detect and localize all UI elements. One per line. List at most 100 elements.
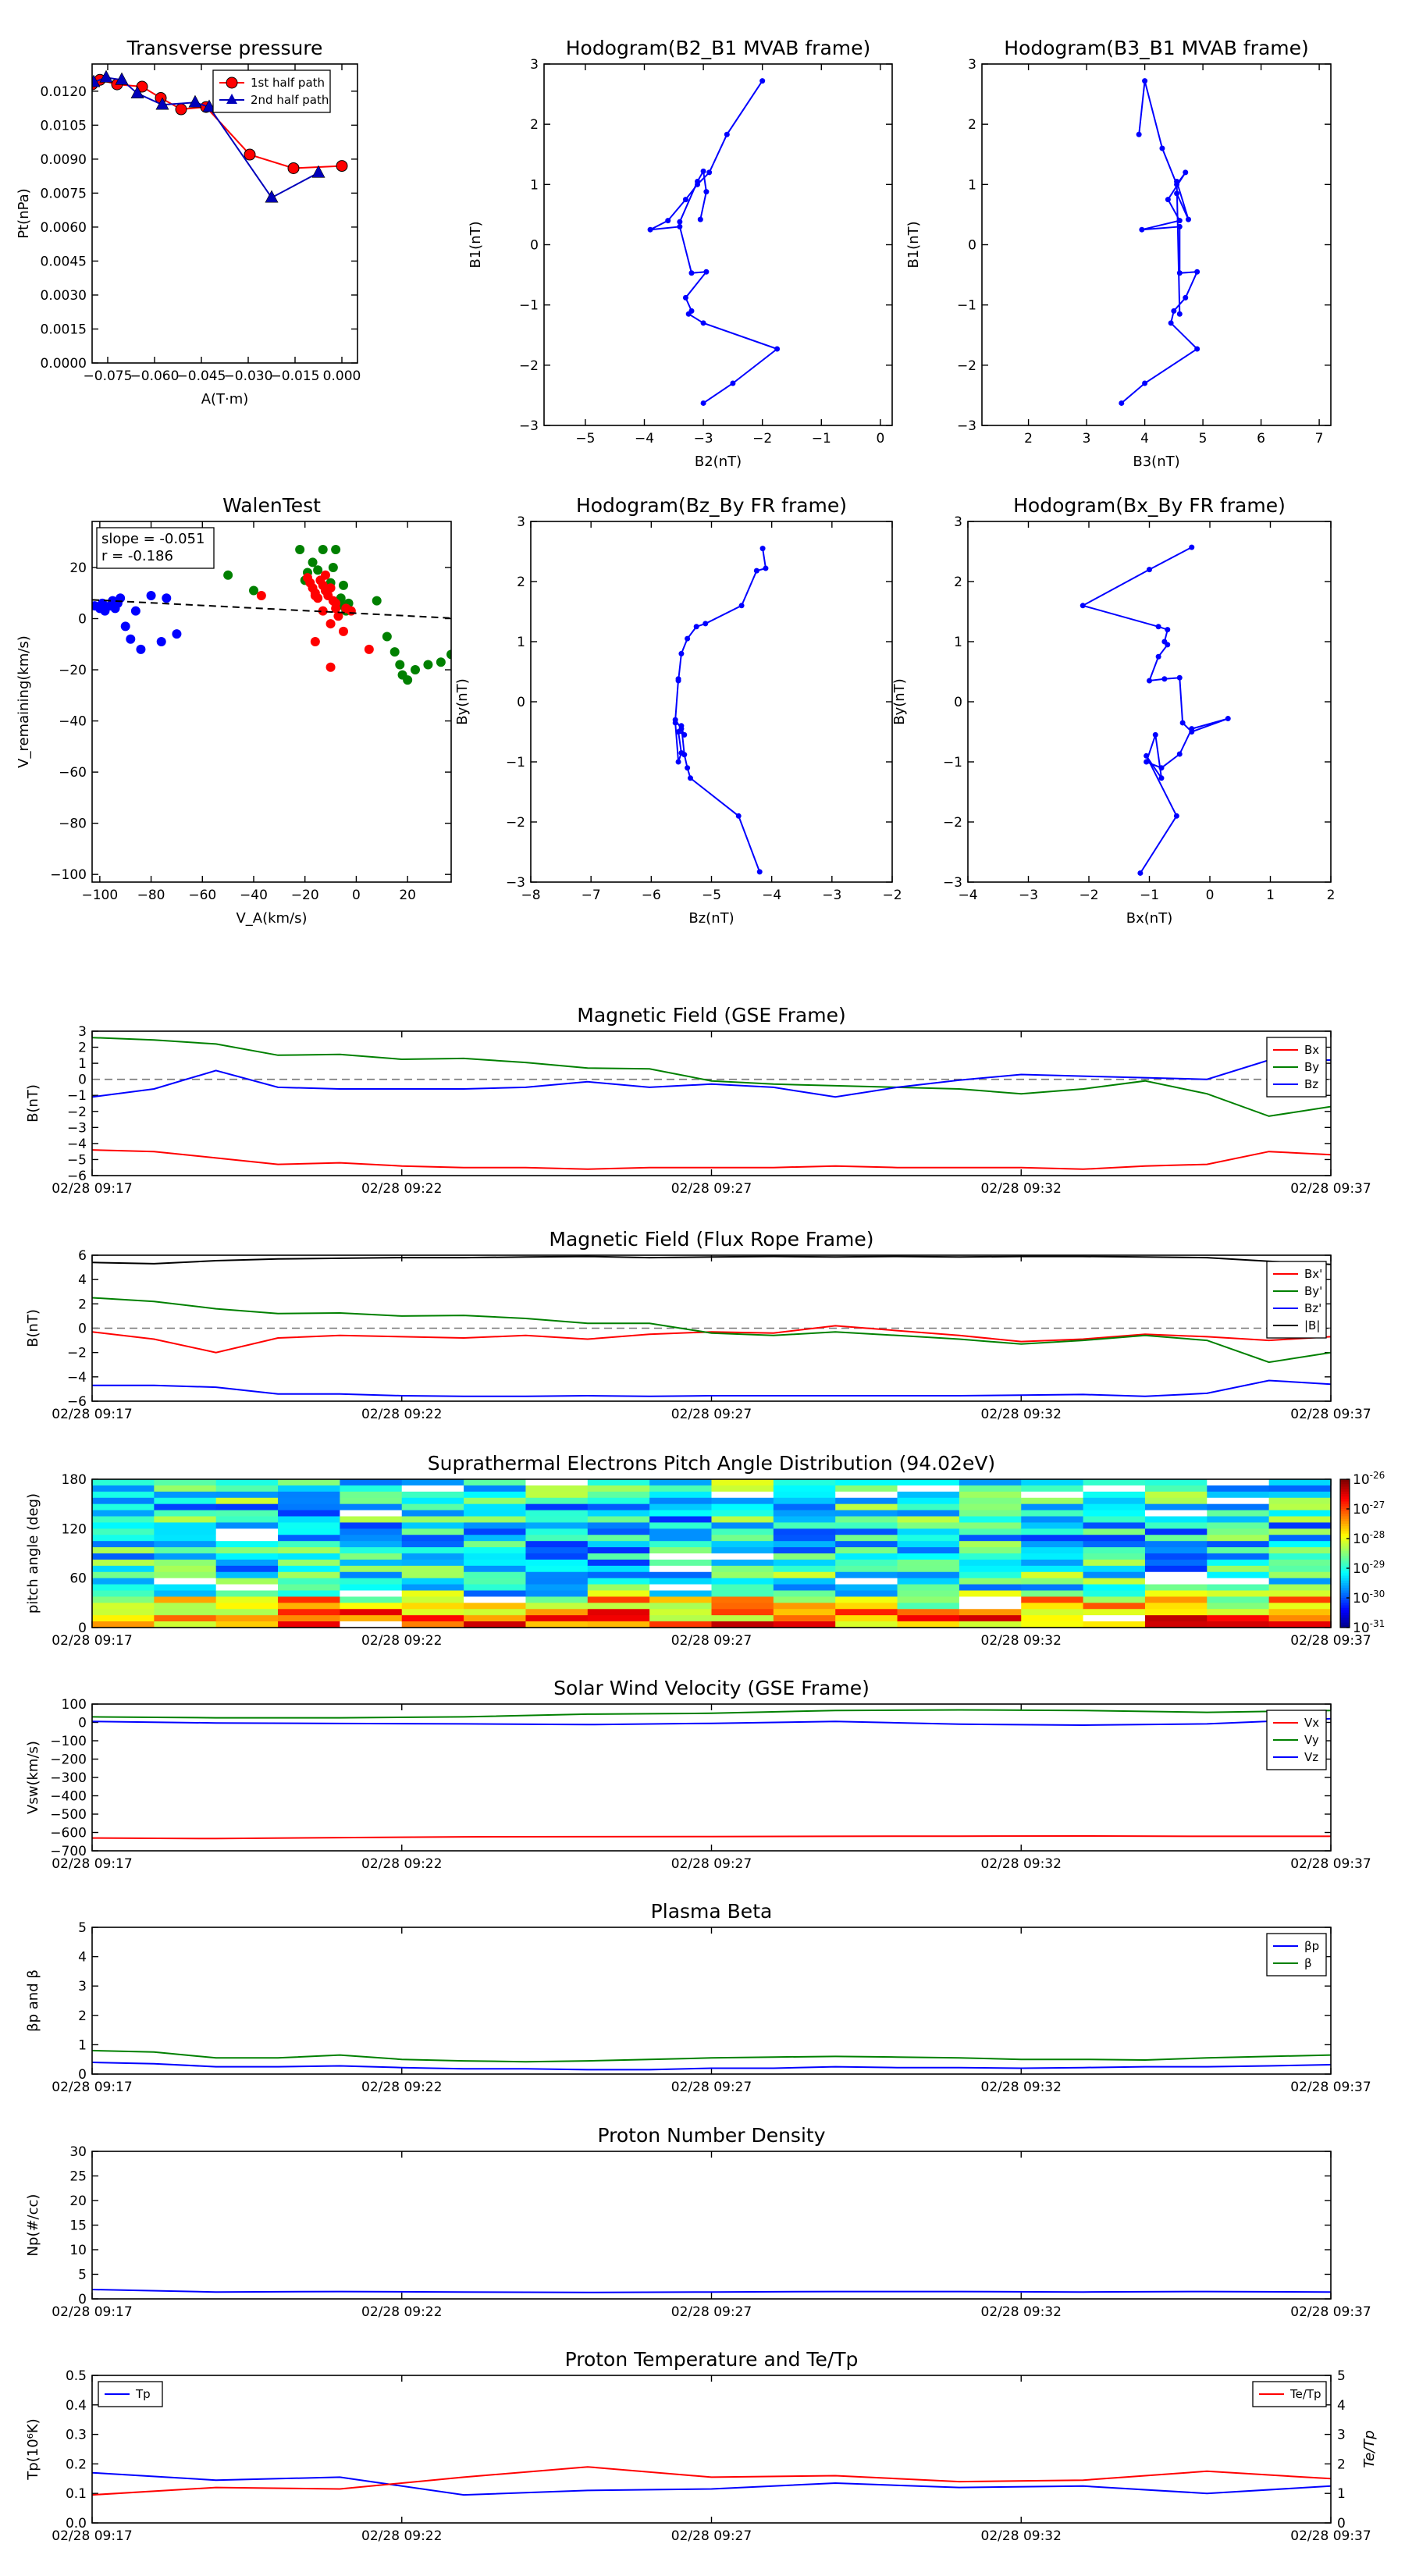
heatmap-cell (1021, 1609, 1084, 1616)
heatmap-cell (835, 1547, 898, 1554)
data-point (685, 311, 692, 317)
x-tick-label: −3 (694, 431, 713, 447)
heatmap-cell (1144, 1590, 1208, 1598)
x-tick-label: 20 (399, 888, 416, 903)
plot-area (1080, 544, 1231, 876)
heatmap-cell (897, 1541, 960, 1548)
y-axis-label: Pt(nPa) (16, 188, 32, 238)
heatmap-cell (340, 1541, 403, 1548)
heatmap-cell (587, 1497, 650, 1505)
heatmap-cell (897, 1578, 960, 1585)
heatmap-cell (711, 1491, 774, 1499)
heatmap-cell (1268, 1603, 1332, 1610)
x-tick-label: 02/28 09:27 (671, 2304, 752, 2320)
heatmap-cell (340, 1603, 403, 1610)
heatmap-cell (1083, 1491, 1146, 1499)
data-point (1168, 320, 1174, 326)
x-tick-label: 02/28 09:27 (671, 1633, 752, 1649)
chart-title: Magnetic Field (GSE Frame) (577, 1004, 845, 1026)
data-point (753, 568, 759, 574)
y-tick-label: 2 (530, 117, 539, 133)
y-tick-label: −2 (67, 1105, 87, 1120)
heatmap-cell (959, 1559, 1022, 1567)
data-point (295, 545, 305, 555)
data-point (1165, 197, 1171, 203)
data-point (1139, 226, 1145, 233)
x-tick-label: 02/28 09:27 (671, 2080, 752, 2095)
y-tick-label: −2 (943, 815, 962, 831)
x-tick-label: 0 (352, 888, 361, 903)
heatmap-cell (649, 1535, 713, 1542)
heatmap-cell (92, 1584, 155, 1592)
y-tick-label: 0.0075 (41, 186, 87, 201)
data-point (346, 606, 356, 616)
heatmap-cell (525, 1565, 589, 1573)
heatmap-cell (897, 1491, 960, 1499)
heatmap-cell (525, 1528, 589, 1535)
heatmap-cell (959, 1590, 1022, 1598)
y-tick-label: 1 (954, 635, 962, 650)
heatmap-cell (340, 1571, 403, 1579)
heatmap-cell (959, 1565, 1022, 1573)
y-tick-label: 3 (517, 514, 525, 530)
y-tick-label: 10 (69, 2243, 87, 2258)
heatmap-cell (773, 1541, 836, 1548)
x-tick-label: 02/28 09:27 (671, 1856, 752, 1872)
colorbar-base: 10 (1353, 1472, 1370, 1488)
y-tick-label: −20 (59, 663, 87, 678)
data-point (702, 621, 709, 627)
axes-frame (967, 521, 1332, 883)
heatmap-cell (773, 1609, 836, 1616)
data-point (156, 637, 166, 646)
heatmap-cell (773, 1571, 836, 1579)
data-point (665, 218, 671, 224)
heatmap-cell (587, 1559, 650, 1567)
heatmap-cell (401, 1615, 464, 1622)
heatmap-cell (959, 1541, 1022, 1548)
legend-label: |B| (1304, 1318, 1320, 1332)
data-point (756, 869, 763, 875)
data-point (1171, 308, 1177, 314)
heatmap-cell (525, 1510, 589, 1517)
heatmap-cell (1083, 1609, 1146, 1616)
x-axis-label: Bx(nT) (1126, 910, 1172, 927)
y-tick-label: −100 (50, 867, 87, 883)
axes-frame (91, 1703, 1332, 1852)
data-point (331, 545, 341, 555)
y-tick-label: 25 (69, 2169, 87, 2185)
data-point (1173, 813, 1179, 819)
heatmap-cell (278, 1553, 340, 1560)
x-tick-label: 02/28 09:22 (361, 2528, 442, 2544)
heatmap-cell (897, 1590, 960, 1598)
heatmap-cell (711, 1479, 774, 1486)
colorbar-exp: -30 (1370, 1589, 1385, 1599)
heatmap-cell (401, 1584, 464, 1592)
x-tick-label: 02/28 09:27 (671, 2528, 752, 2544)
data-point (403, 675, 413, 685)
heatmap-cell (587, 1584, 650, 1592)
data-point (325, 619, 336, 629)
heatmap-cell (401, 1559, 464, 1567)
series-line (92, 1059, 1331, 1098)
y-tick-label: 6 (78, 1248, 87, 1264)
data-point (1225, 716, 1231, 722)
heatmap-cell (215, 1553, 279, 1560)
heatmap-cell (835, 1609, 898, 1616)
heatmap-cell (1021, 1516, 1084, 1524)
data-point (1176, 270, 1183, 276)
y-tick-label: 0.5 (66, 2368, 87, 2384)
x-tick-label: 2 (1327, 888, 1336, 903)
heatmap-cell (1021, 1547, 1084, 1554)
heatmap-cell (215, 1485, 279, 1493)
heatmap-cell (1207, 1590, 1270, 1598)
y2-tick-label: 1 (1337, 2486, 1346, 2502)
data-point (1119, 400, 1125, 406)
x-tick-label: 5 (1199, 431, 1208, 447)
heatmap-cell (711, 1565, 774, 1573)
data-point (685, 635, 691, 642)
y-tick-label: 2 (954, 575, 962, 590)
heatmap-cell (154, 1571, 217, 1579)
colorbar-base: 10 (1353, 1591, 1370, 1606)
heatmap-cell (587, 1485, 650, 1493)
x-tick-label: −1 (1140, 888, 1159, 903)
